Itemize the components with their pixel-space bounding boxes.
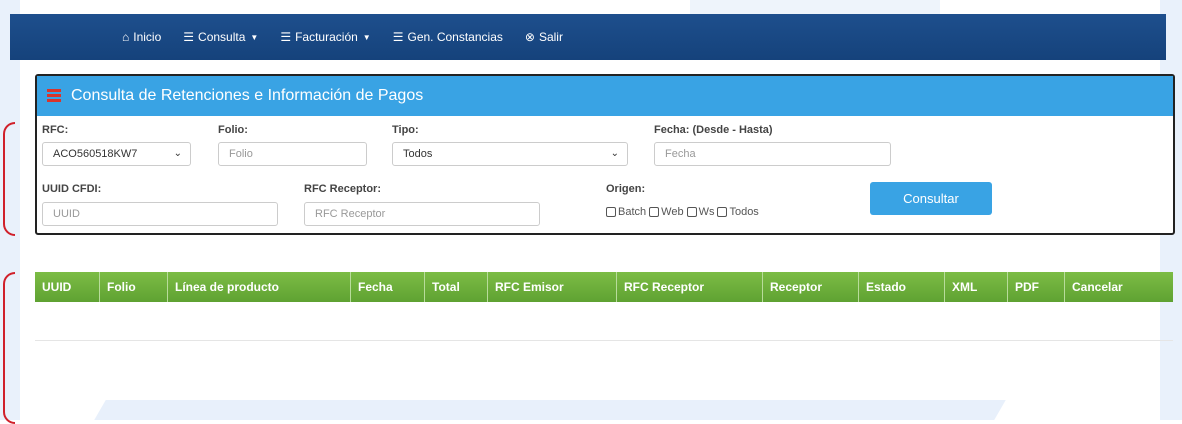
table-empty-body	[35, 302, 1173, 341]
search-panel: Consulta de Retenciones e Información de…	[35, 74, 1175, 235]
col-cancelar[interactable]: Cancelar	[1065, 272, 1173, 302]
nav-inicio-label: Inicio	[133, 30, 162, 44]
col-total[interactable]: Total	[425, 272, 488, 302]
annotation-brace	[3, 272, 15, 424]
fecha-label: Fecha: (Desde - Hasta)	[654, 124, 773, 136]
web-label: Web	[661, 206, 684, 218]
panel-title: Consulta de Retenciones e Información de…	[71, 87, 424, 104]
home-icon: ⌂	[122, 30, 130, 44]
nav-salir[interactable]: ⊗ Salir	[525, 30, 563, 44]
nav-gen-constancias-label: Gen. Constancias	[407, 30, 503, 44]
col-linea-producto[interactable]: Línea de producto	[168, 272, 351, 302]
nav-consulta[interactable]: ☰ Consulta ▼	[183, 30, 258, 44]
panel-header: Consulta de Retenciones e Información de…	[37, 76, 1173, 116]
nav-inicio[interactable]: ⌂ Inicio	[122, 30, 161, 44]
nav-consulta-label: Consulta	[198, 30, 246, 44]
list-icon	[47, 89, 61, 103]
col-uuid[interactable]: UUID	[35, 272, 100, 302]
results-table: UUID Folio Línea de producto Fecha Total…	[35, 272, 1173, 341]
table-header: UUID Folio Línea de producto Fecha Total…	[35, 272, 1173, 302]
uuid-input[interactable]: UUID	[42, 202, 278, 226]
nav-gen-constancias[interactable]: ☰ Gen. Constancias	[393, 30, 503, 44]
nav-salir-label: Salir	[538, 30, 563, 44]
uuid-label: UUID CFDI:	[42, 183, 102, 195]
tipo-label: Tipo:	[392, 124, 419, 136]
consultar-button[interactable]: Consultar	[870, 182, 992, 215]
col-fecha[interactable]: Fecha	[351, 272, 425, 302]
rfc-receptor-label: RFC Receptor:	[304, 183, 382, 195]
chevron-down-icon: ⌄	[173, 148, 182, 159]
col-folio[interactable]: Folio	[100, 272, 168, 302]
rfc-select[interactable]: ACO560518KW7 ⌄	[42, 142, 191, 166]
rfc-label: RFC:	[42, 124, 69, 136]
tipo-select[interactable]: Todos ⌄	[392, 142, 628, 166]
col-rfc-receptor[interactable]: RFC Receptor	[617, 272, 763, 302]
todos-checkbox[interactable]	[717, 207, 728, 217]
col-rfc-emisor[interactable]: RFC Emisor	[488, 272, 617, 302]
batch-checkbox[interactable]	[606, 207, 616, 217]
rfc-select-value: ACO560518KW7	[53, 148, 138, 160]
col-receptor[interactable]: Receptor	[763, 272, 859, 302]
col-pdf[interactable]: PDF	[1008, 272, 1065, 302]
caret-down-icon: ▼	[362, 32, 371, 42]
col-estado[interactable]: Estado	[859, 272, 945, 302]
annotation-brace	[3, 122, 15, 236]
ws-label: Ws	[698, 206, 715, 218]
list-icon: ☰	[183, 30, 195, 44]
close-circle-icon: ⊗	[524, 30, 535, 44]
origen-label: Origen:	[606, 183, 646, 195]
caret-down-icon: ▼	[250, 32, 259, 42]
chevron-down-icon: ⌄	[610, 148, 619, 159]
origen-checkboxes: Batch Web Ws Todos	[606, 206, 762, 218]
batch-label: Batch	[618, 206, 647, 218]
list-icon: ☰	[280, 30, 292, 44]
web-checkbox[interactable]	[649, 207, 660, 217]
ws-checkbox[interactable]	[686, 207, 697, 217]
nav-facturacion[interactable]: ☰ Facturación ▼	[280, 30, 370, 44]
rfc-receptor-input[interactable]: RFC Receptor	[304, 202, 540, 226]
fecha-input[interactable]: Fecha	[654, 142, 891, 166]
folio-input[interactable]: Folio	[218, 142, 367, 166]
col-xml[interactable]: XML	[945, 272, 1008, 302]
folio-label: Folio:	[218, 124, 248, 136]
top-navbar: ⌂ Inicio ☰ Consulta ▼ ☰ Facturación ▼ ☰ …	[10, 14, 1166, 60]
tipo-select-value: Todos	[403, 148, 433, 160]
todos-label: Todos	[729, 206, 759, 218]
list-icon: ☰	[392, 30, 404, 44]
nav-facturacion-label: Facturación	[295, 30, 358, 44]
